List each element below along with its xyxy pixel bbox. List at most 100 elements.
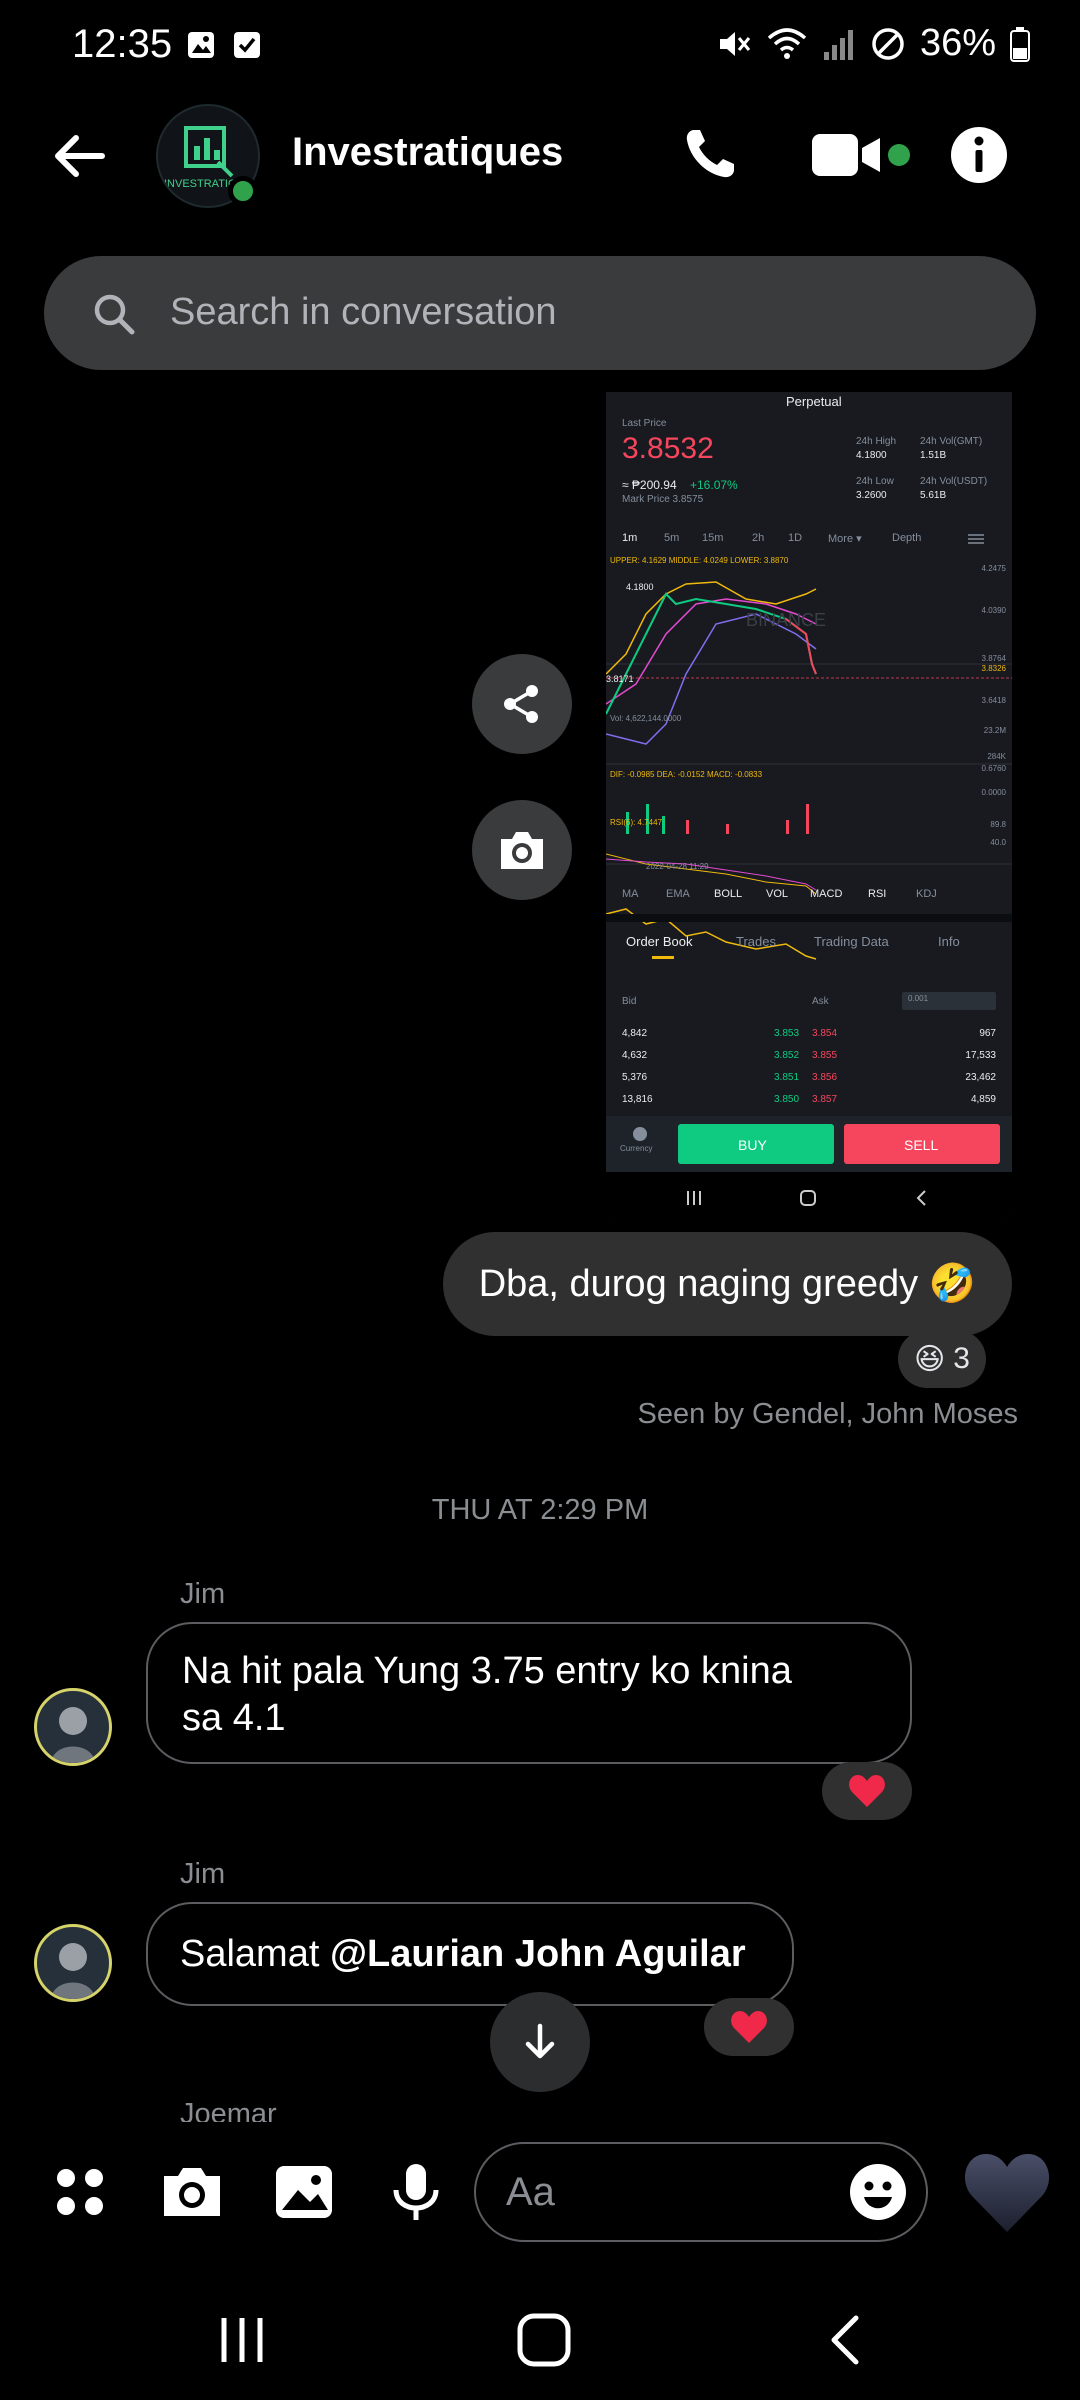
- order-cell: 3.853: [774, 1028, 800, 1039]
- back-arrow-icon[interactable]: [48, 126, 108, 186]
- camera-icon[interactable]: [160, 2160, 224, 2224]
- video-call-icon[interactable]: [810, 130, 884, 180]
- incoming-message[interactable]: Na hit pala Yung 3.75 entry ko knina sa …: [146, 1622, 912, 1764]
- indicator-tab: MA: [622, 888, 639, 900]
- user-avatar[interactable]: [34, 1688, 112, 1766]
- shot-mark-price: Mark Price 3.8575: [622, 494, 704, 505]
- outgoing-message[interactable]: Dba, durog naging greedy 🤣: [442, 1232, 1012, 1336]
- heart-reaction-icon: [849, 1775, 885, 1807]
- timeframe-tab: Depth: [892, 532, 922, 544]
- seen-by-text: Seen by Gendel, John Moses: [637, 1398, 1018, 1430]
- laugh-reaction-emoji: 😆: [914, 1342, 946, 1376]
- order-cell: 4,632: [622, 1050, 648, 1061]
- video-active-indicator: [888, 144, 910, 166]
- reaction-badge[interactable]: 😆 3: [898, 1330, 986, 1388]
- search-placeholder: Search in conversation: [170, 291, 557, 333]
- order-cell: 13,816: [622, 1094, 653, 1105]
- info-icon[interactable]: [950, 126, 1008, 184]
- avatar-astronaut-icon: [51, 1707, 95, 1763]
- menu-dots-icon[interactable]: [48, 2160, 112, 2224]
- order-cell: 3.856: [812, 1072, 838, 1083]
- recent-apps-icon[interactable]: [212, 2310, 272, 2370]
- share-icon: [504, 685, 538, 723]
- orderbook-tab: Order Book: [626, 934, 693, 949]
- order-cell: 3.850: [774, 1094, 800, 1105]
- phone-call-icon[interactable]: [680, 124, 740, 184]
- share-button[interactable]: [472, 654, 572, 754]
- shared-image[interactable]: Perpetual Last Price 3.8532 ≈ ₱200.94 +1…: [606, 392, 1012, 1226]
- wifi-icon: [767, 27, 807, 59]
- price-axis-tick: 3.6418: [981, 696, 1006, 705]
- gallery-notification-icon: [188, 32, 214, 58]
- avatar-astronaut-icon: [51, 1943, 95, 1999]
- mention-link[interactable]: @Laurian John Aguilar: [330, 1933, 746, 1975]
- shot-last-price-label: Last Price: [622, 418, 667, 429]
- dnd-icon: [872, 27, 904, 60]
- conversation-title[interactable]: Investratiques: [292, 130, 563, 175]
- order-cell: 3.855: [812, 1050, 838, 1061]
- order-cell: 3.852: [774, 1050, 800, 1061]
- shot-divider: [606, 914, 1012, 922]
- camera-shortcut-button[interactable]: [472, 800, 572, 900]
- status-right-group: 36%: [716, 22, 1030, 65]
- stat-label: 24h Vol(USDT): [920, 476, 988, 487]
- indicator-tab: BOLL: [714, 888, 743, 900]
- shot-last-price: 3.8532: [622, 432, 714, 465]
- vol-axis-tick: 23.2M: [983, 726, 1006, 735]
- vol-axis-tick: 0.6760: [981, 764, 1006, 773]
- stat-value: 5.61B: [920, 490, 947, 501]
- binance-watermark: BINANCE: [746, 610, 827, 630]
- shot-back-icon: [916, 1190, 926, 1206]
- vol-axis-tick: 284K: [987, 752, 1006, 761]
- shot-recents-icon: [687, 1191, 701, 1205]
- timeframe-tab: 1D: [788, 532, 803, 544]
- price-axis-tick: 3.8764: [981, 654, 1006, 663]
- incoming-message[interactable]: Salamat @Laurian John Aguilar: [146, 1902, 794, 2006]
- heart-reaction-badge[interactable]: [822, 1762, 912, 1820]
- message-input-placeholder: Aa: [506, 2170, 555, 2214]
- timeframe-tab: 15m: [702, 532, 724, 544]
- next-sender-name: Joemar: [180, 2098, 277, 2124]
- stat-value: 3.2600: [856, 490, 887, 501]
- user-avatar[interactable]: [34, 1924, 112, 2002]
- indicator-tab: KDJ: [916, 888, 937, 900]
- emoji-icon[interactable]: [848, 2162, 908, 2222]
- macd-values: DIF: -0.0985 DEA: -0.0152 MACD: -0.0833: [610, 770, 763, 779]
- order-cell: 17,533: [965, 1050, 996, 1061]
- shot-fiat-price: ≈ ₱200.94: [622, 478, 677, 492]
- heart-like-icon[interactable]: [962, 2150, 1052, 2234]
- price-axis-tick: 3.8326: [981, 664, 1006, 673]
- gallery-icon[interactable]: [272, 2160, 336, 2224]
- order-cell: 4,859: [970, 1094, 996, 1105]
- system-back-icon[interactable]: [816, 2310, 876, 2370]
- timeframe-tab: 5m: [664, 532, 680, 544]
- order-cell: 4,842: [622, 1028, 648, 1039]
- camera-icon: [501, 832, 543, 869]
- chart-high-label: 4.1800: [626, 582, 654, 592]
- arrow-down-icon: [525, 2023, 555, 2059]
- chart-settings-icon: [968, 534, 984, 544]
- currency-icon: [633, 1127, 647, 1141]
- signal-icon: [823, 29, 853, 60]
- sender-name: Jim: [180, 1578, 226, 1610]
- search-icon: [94, 294, 135, 335]
- heart-reaction-badge[interactable]: [704, 1998, 794, 2056]
- scroll-to-bottom-button[interactable]: [490, 1992, 590, 2092]
- order-cell: 3.851: [774, 1072, 800, 1083]
- checkbox-notification-icon: [234, 32, 260, 58]
- shot-change: +16.07%: [690, 478, 738, 492]
- sell-label: SELL: [904, 1137, 939, 1153]
- shot-title: Perpetual: [786, 394, 842, 409]
- indicator-tab: EMA: [666, 888, 690, 900]
- microphone-icon[interactable]: [384, 2160, 448, 2224]
- date-separator: THU AT 2:29 PM: [431, 1494, 649, 1526]
- vol-values: Vol: 4,622,144.0000: [610, 714, 682, 723]
- message-text: Salamat: [180, 1933, 330, 1975]
- chart-low-label: 3.8171: [606, 674, 634, 684]
- shot-home-icon: [800, 1190, 816, 1206]
- sender-name: Jim: [180, 1858, 226, 1890]
- rsi-axis-tick: 89.8: [990, 820, 1006, 829]
- message-line: Na hit pala Yung 3.75 entry ko knina: [182, 1650, 792, 1692]
- home-icon[interactable]: [514, 2310, 574, 2370]
- price-axis-tick: 4.0390: [981, 606, 1006, 615]
